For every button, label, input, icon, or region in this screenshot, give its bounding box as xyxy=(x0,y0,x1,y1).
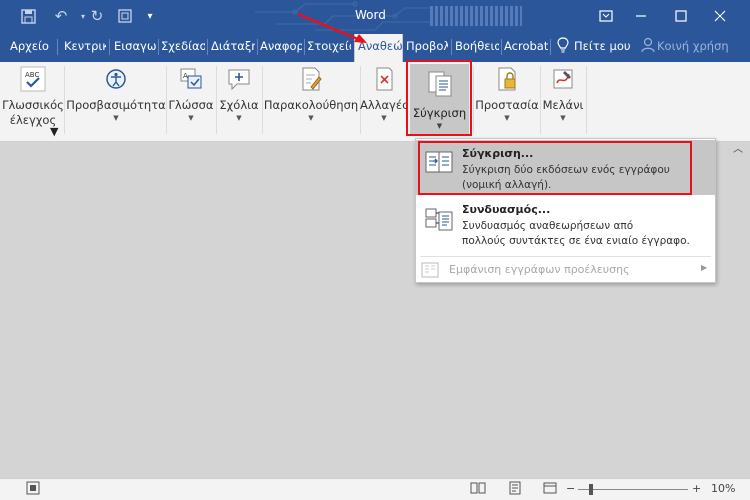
macro-record-icon[interactable] xyxy=(26,481,40,498)
tracking-label: Παρακολούθηση xyxy=(263,98,359,112)
tab-design[interactable]: Σχεδίασ xyxy=(161,39,205,53)
show-source-label: Εμφάνιση εγγράφων προέλευσης xyxy=(449,263,630,276)
comments-button[interactable]: Σχόλια ▼ xyxy=(216,65,262,123)
tab-home[interactable]: Κεντρικ xyxy=(64,39,106,53)
maximize-icon[interactable] xyxy=(661,0,701,32)
proofing-label: Γλωσσικός xyxy=(2,98,64,112)
combine-desc-2: πολλούς συντάκτες σε ένα ενιαίο έγγραφο. xyxy=(462,235,690,247)
changes-button[interactable]: Αλλαγές ▼ xyxy=(360,65,409,123)
tab-view[interactable]: Προβολ xyxy=(406,39,448,53)
language-button[interactable]: A Γλώσσα ▼ xyxy=(166,65,216,123)
spelling-abc-icon: ABC xyxy=(19,65,47,93)
language-icon: A xyxy=(177,65,205,93)
zoom-out-button[interactable]: − xyxy=(566,482,575,495)
comment-icon xyxy=(225,65,253,93)
proofing-button[interactable]: ABC Γλωσσικός έλεγχος xyxy=(0,65,66,128)
submenu-arrow-icon: ▶ xyxy=(701,263,708,272)
ribbon-display-options-icon[interactable] xyxy=(586,0,626,32)
tab-layout[interactable]: Διάταξη xyxy=(211,39,255,53)
combine-desc-1: Συνδυασμός αναθεωρήσεων από xyxy=(462,220,634,232)
protect-icon xyxy=(493,65,521,93)
changes-icon xyxy=(370,65,398,93)
redacted-account-info xyxy=(430,6,522,26)
tab-acrobat[interactable]: Acrobat xyxy=(504,39,548,53)
comments-label: Σχόλια xyxy=(219,98,259,112)
ink-button[interactable]: Μελάνι ▼ xyxy=(540,65,586,123)
show-source-icon xyxy=(421,261,439,279)
zoom-slider[interactable] xyxy=(578,489,688,490)
ink-label: Μελάνι xyxy=(542,98,584,112)
protect-label: Προστασία xyxy=(475,98,539,112)
undo-icon[interactable]: ↶ xyxy=(48,0,74,32)
ink-caret-icon: ▼ xyxy=(560,114,566,122)
combine-documents-icon xyxy=(425,207,453,235)
compare-button-highlight xyxy=(406,60,472,136)
svg-text:ABC: ABC xyxy=(25,71,39,79)
proofing-caret-icon: ▼ xyxy=(50,125,59,138)
tab-file[interactable]: Αρχείο xyxy=(10,39,49,53)
combine-title: Συνδυασμός... xyxy=(462,203,551,216)
tab-mailings[interactable]: Στοιχείο xyxy=(307,39,351,53)
ribbon-review: ABC Γλωσσικός έλεγχος ▼ Προσβασιμότητα ▼… xyxy=(0,62,750,142)
share-button[interactable]: Κοινή χρήση xyxy=(657,39,729,53)
web-layout-icon[interactable] xyxy=(543,481,557,498)
accessibility-button[interactable]: Προσβασιμότητα ▼ xyxy=(66,65,166,123)
compare-item-highlight xyxy=(418,141,692,195)
print-layout-icon[interactable] xyxy=(508,481,522,498)
menu-item-combine[interactable]: Συνδυασμός... Συνδυασμός αναθεωρήσεων απ… xyxy=(416,197,715,257)
changes-label: Αλλαγές xyxy=(360,98,409,112)
tab-insert[interactable]: Εισαγω xyxy=(114,39,156,53)
collapse-ribbon-icon[interactable]: ︿ xyxy=(733,140,743,155)
title-bar: ↶ ▾ ↻ ▾ Word xyxy=(0,0,750,32)
ink-icon xyxy=(549,65,577,93)
customize-qat-icon[interactable]: ▾ xyxy=(140,0,160,32)
accessibility-label: Προσβασιμότητα xyxy=(66,98,166,112)
track-changes-icon xyxy=(297,65,325,93)
touch-mode-icon[interactable] xyxy=(112,0,138,32)
ribbon-tabs: Αρχείο Κεντρικ Εισαγω Σχεδίασ Διάταξη Αν… xyxy=(0,32,750,62)
status-bar: − + 10% xyxy=(0,478,750,500)
read-mode-icon[interactable] xyxy=(470,481,486,498)
zoom-slider-thumb[interactable] xyxy=(589,484,593,495)
protect-caret-icon: ▼ xyxy=(504,114,510,122)
accessibility-caret-icon: ▼ xyxy=(113,114,119,122)
minimize-icon[interactable] xyxy=(621,0,661,32)
redo-icon[interactable]: ↻ xyxy=(84,0,110,32)
save-icon[interactable] xyxy=(14,0,42,32)
svg-text:A: A xyxy=(183,72,188,80)
zoom-in-button[interactable]: + xyxy=(692,482,701,495)
menu-item-show-source[interactable]: Εμφάνιση εγγράφων προέλευσης ▶ xyxy=(416,259,715,281)
changes-caret-icon: ▼ xyxy=(381,114,387,122)
close-icon[interactable] xyxy=(700,0,740,32)
tracking-caret-icon: ▼ xyxy=(308,114,314,122)
tracking-button[interactable]: Παρακολούθηση ▼ xyxy=(262,65,360,123)
zoom-level[interactable]: 10% xyxy=(711,482,735,495)
tell-me-search[interactable]: Πείτε μου xyxy=(574,39,631,53)
accessibility-icon xyxy=(102,65,130,93)
lightbulb-icon xyxy=(556,37,570,57)
language-label: Γλώσσα xyxy=(168,98,214,112)
tab-help[interactable]: Βοήθεια xyxy=(455,39,499,53)
person-icon xyxy=(641,37,655,56)
protect-button[interactable]: Προστασία ▼ xyxy=(474,65,540,123)
tab-references[interactable]: Αναφορ xyxy=(260,39,302,53)
language-caret-icon: ▼ xyxy=(188,114,194,122)
tab-review[interactable]: Αναθεώ xyxy=(354,34,403,62)
window-title: Word xyxy=(355,8,386,22)
comments-caret-icon: ▼ xyxy=(236,114,242,122)
